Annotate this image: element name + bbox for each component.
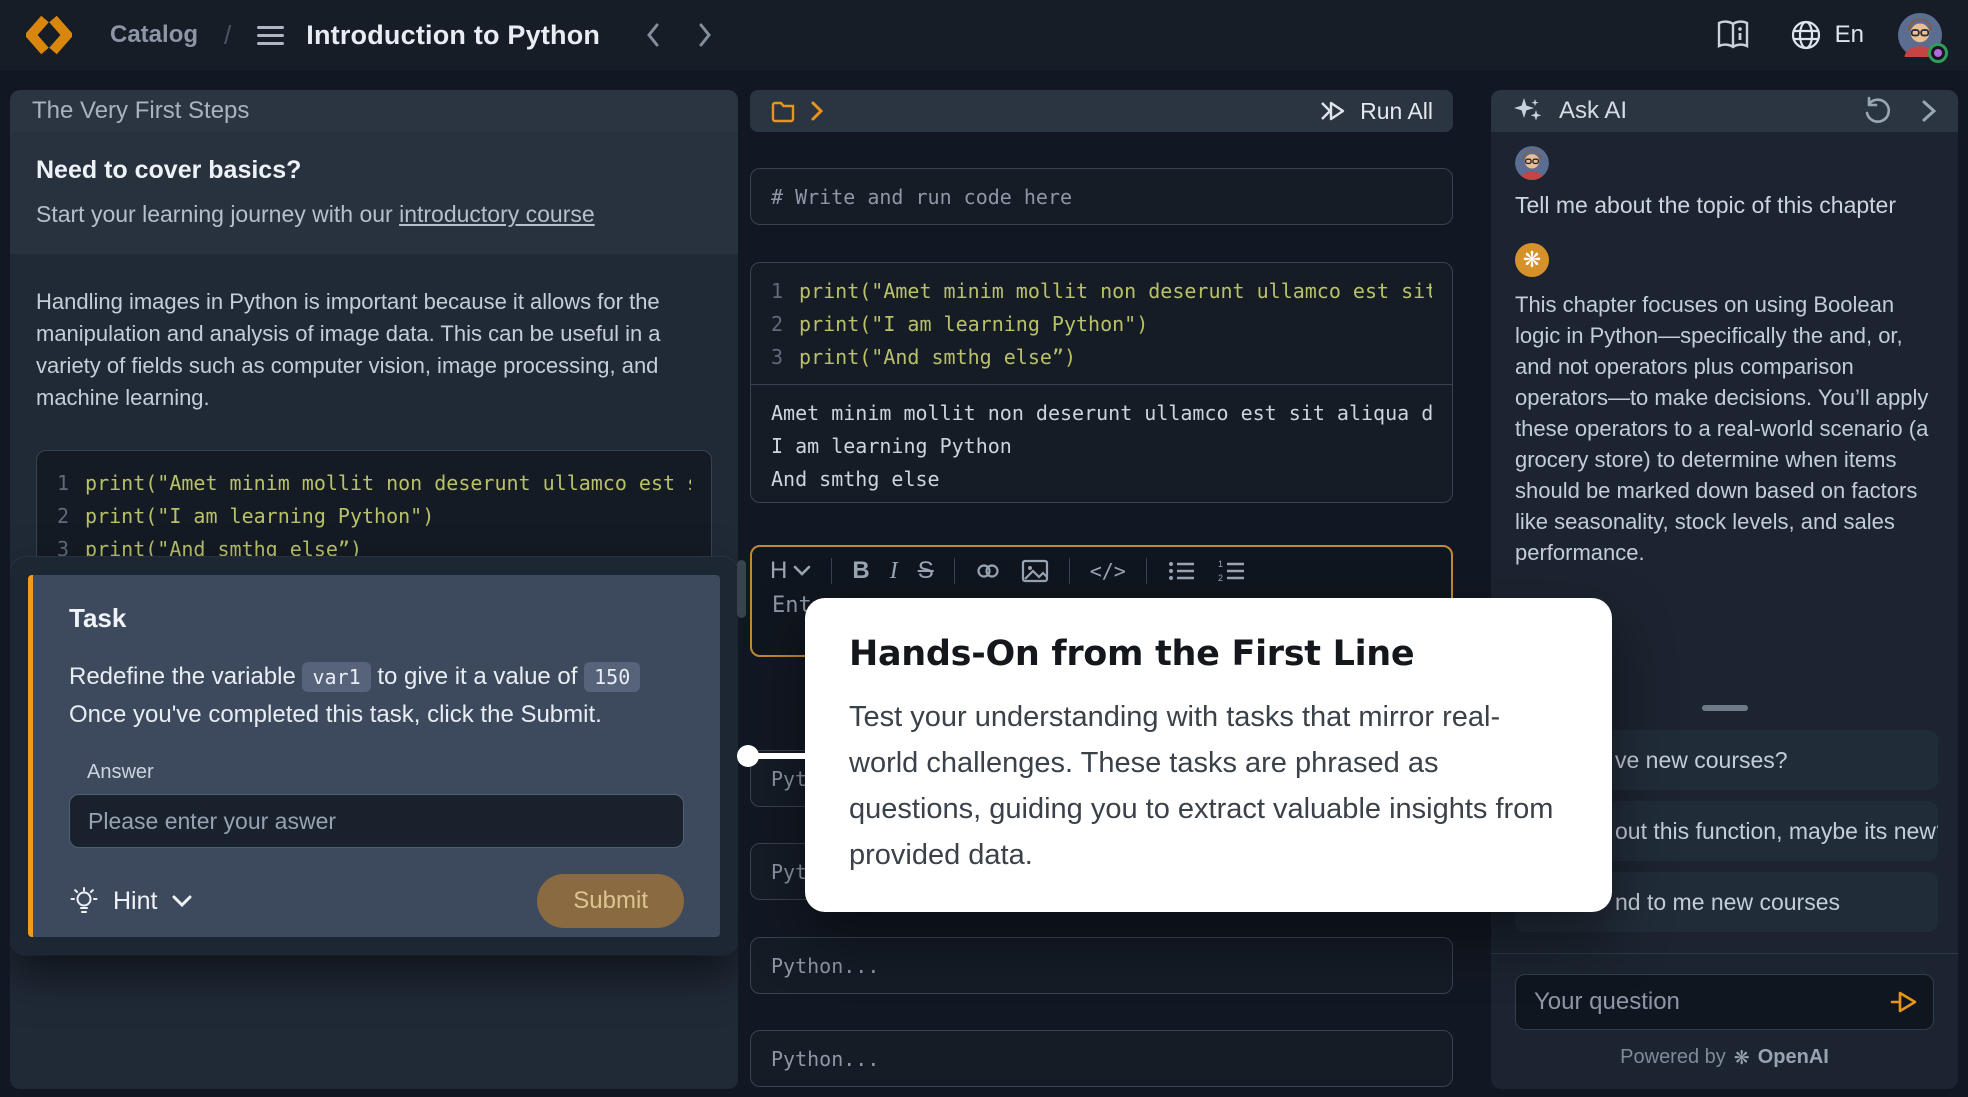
chevron-down-icon [793,565,811,577]
openai-avatar-icon: ❋ [1515,243,1549,277]
code-output-cell[interactable]: 1print("Amet minim mollit non deserunt u… [750,262,1453,503]
resize-handle[interactable] [1702,705,1748,711]
basics-text: Start your learning journey with our [36,201,399,227]
code-line: 2print("I am learning Python") [57,500,691,533]
ask-ai-title: Ask AI [1559,97,1627,125]
scrollbar-thumb[interactable] [737,560,746,618]
folder-icon [770,99,796,123]
ask-ai-panel: Ask AI Tell me about the topic of this c… [1491,90,1958,1089]
cell-code: 1print("Amet minim mollit non deserunt u… [751,263,1452,385]
code-button[interactable]: </> [1090,559,1126,583]
strikethrough-button[interactable]: S [918,557,934,585]
code-runner-panel: Run All # Write and run code here 1print… [750,90,1453,1089]
basics-title: Need to cover basics? [36,156,712,185]
svg-text:1: 1 [1218,559,1223,569]
tooltip-title: Hands-On from the First Line [849,634,1568,674]
chat-thread: Tell me about the topic of this chapter … [1491,132,1958,568]
answer-label: Answer [87,761,684,784]
answer-input[interactable] [69,794,684,848]
send-icon[interactable] [1888,987,1920,1017]
chevron-down-icon [171,894,193,908]
task-title: Task [69,603,684,634]
lightbulb-icon [69,885,99,917]
link-icon[interactable] [975,558,1001,584]
onboarding-tooltip: Hands-On from the First Line Test your u… [805,598,1612,912]
heading-button[interactable]: H [770,557,811,585]
basics-callout: Need to cover basics? Start your learnin… [10,132,738,254]
breadcrumb-chevron-icon [810,100,824,122]
user-message-avatar [1515,146,1549,180]
code-line: 1print("Amet minim mollit non deserunt u… [57,467,691,500]
numbered-list-icon[interactable]: 1 2 [1217,558,1247,584]
collapsed-code-cell[interactable]: Python... [750,937,1453,994]
ai-message: This chapter focuses on using Boolean lo… [1515,289,1934,568]
collapse-panel-icon[interactable] [1920,98,1938,124]
editor-toolbar: H B I S </> [752,547,1451,587]
user-avatar[interactable] [1898,13,1942,57]
breadcrumb-separator: / [224,20,231,51]
scratch-code-cell[interactable]: # Write and run code here [750,168,1453,225]
task-card: Task Redefine the variable var1 to give … [28,575,720,937]
language-label: En [1835,21,1864,49]
image-icon[interactable] [1021,558,1049,584]
file-breadcrumb[interactable] [770,99,824,123]
achievement-badge [1928,43,1948,63]
topbar: Catalog / Introduction to Python En [0,0,1968,70]
breadcrumb-catalog[interactable]: Catalog [110,21,198,49]
hint-label: Hint [113,887,157,916]
lesson-panel-header: The Very First Steps [10,90,738,132]
italic-button[interactable]: I [890,558,898,585]
task-popover: Task Redefine the variable var1 to give … [10,557,738,955]
submit-button[interactable]: Submit [537,874,684,928]
app-logo-icon[interactable] [26,14,72,56]
cell-output: Amet minim mollit non deserunt ullamco e… [751,385,1452,508]
language-selector[interactable]: En [1789,18,1864,52]
runner-header: Run All [750,90,1453,132]
openai-logo-icon: ❋ [1734,1047,1750,1069]
user-message: Tell me about the topic of this chapter [1515,192,1934,219]
bullet-list-icon[interactable] [1167,558,1197,584]
ask-ai-header: Ask AI [1491,90,1958,132]
chapters-menu-icon[interactable] [257,21,284,50]
var-chip: var1 [302,662,370,692]
reset-chat-icon[interactable] [1862,96,1892,126]
powered-by: Powered by ❋ OpenAI [1515,1046,1934,1069]
task-instruction-2: Once you've completed this task, click t… [69,696,684,733]
svg-text:2: 2 [1218,573,1223,583]
prev-chapter-icon[interactable] [642,20,664,50]
tooltip-body: Test your understanding with tasks that … [849,694,1568,878]
collapsed-code-cell[interactable]: Python... [750,1030,1453,1087]
lesson-title: The Very First Steps [32,97,249,125]
task-instruction: Redefine the variable var1 to give it a … [69,658,684,696]
sparkles-icon [1511,94,1545,128]
question-input[interactable] [1515,974,1934,1030]
lesson-paragraph: Handling images in Python is important b… [10,254,738,414]
next-chapter-icon[interactable] [694,20,716,50]
run-all-icon [1318,98,1348,124]
docs-book-icon[interactable] [1715,19,1751,51]
bold-button[interactable]: B [852,557,869,585]
value-chip: 150 [584,662,640,692]
question-composer: Powered by ❋ OpenAI [1491,953,1958,1089]
page-title: Introduction to Python [306,20,600,51]
run-all-button[interactable]: Run All [1318,98,1433,125]
globe-icon [1789,18,1823,52]
run-all-label: Run All [1360,98,1433,125]
lesson-panel: The Very First Steps Need to cover basic… [10,90,738,1089]
hint-toggle[interactable]: Hint [69,885,193,917]
tooltip-anchor-dot [737,745,759,767]
introductory-course-link[interactable]: introductory course [399,201,595,227]
